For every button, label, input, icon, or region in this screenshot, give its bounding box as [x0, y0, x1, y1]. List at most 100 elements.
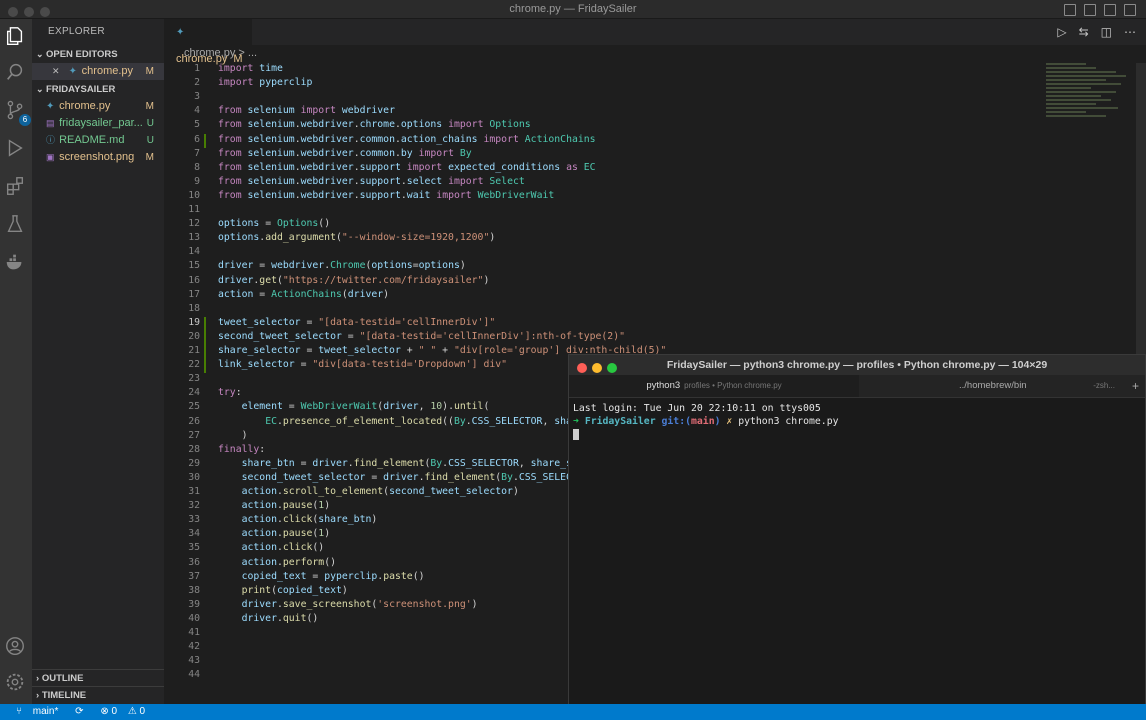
info-icon: ⓘ [46, 135, 56, 145]
file-item-readme[interactable]: ⓘ README.md U [32, 132, 164, 149]
terminal-cursor-line [573, 428, 1141, 441]
line-number: 39 [188, 598, 200, 610]
line-number: 2 [194, 77, 200, 89]
code-line[interactable]: second_tweet_selector = driver.find_elem… [218, 472, 590, 483]
accounts-icon[interactable] [4, 635, 28, 659]
file-name: fridaysailer_par... [59, 117, 143, 129]
code-line[interactable]: from selenium.webdriver.common.by import… [218, 148, 472, 159]
code-line[interactable]: from selenium import webdriver [218, 105, 395, 116]
line-number: 36 [188, 556, 200, 568]
code-line[interactable]: from selenium.webdriver.support.select i… [218, 176, 525, 187]
code-line[interactable]: action.perform() [218, 557, 336, 568]
code-line[interactable]: from selenium.webdriver.chrome.options i… [218, 119, 531, 130]
run-icon[interactable]: ▷ [1057, 25, 1066, 39]
outline-label: OUTLINE [41, 673, 84, 684]
code-line[interactable]: from selenium.webdriver.common.action_ch… [218, 134, 596, 145]
open-editors-section[interactable]: ⌄ OPEN EDITORS [32, 45, 164, 63]
compare-icon[interactable]: ⇆ [1079, 25, 1089, 39]
code-line[interactable]: try: [218, 387, 242, 398]
code-line[interactable]: from selenium.webdriver.support import e… [218, 162, 596, 173]
code-line[interactable]: share_btn = driver.find_element(By.CSS_S… [218, 458, 584, 469]
breadcrumb[interactable]: chrome.py > ... [164, 45, 1146, 61]
code-line[interactable]: options.add_argument("--window-size=1920… [218, 232, 495, 243]
code-line[interactable]: action.pause(1) [218, 500, 331, 511]
gear-icon[interactable] [4, 671, 28, 695]
code-line[interactable]: driver.get("https://twitter.com/fridaysa… [218, 275, 489, 286]
code-line[interactable]: driver = webdriver.Chrome(options=option… [218, 260, 466, 271]
code-line[interactable]: import time [218, 63, 283, 74]
line-number: 9 [194, 175, 200, 187]
line-number: 42 [188, 641, 200, 653]
source-control-icon[interactable]: 6 [4, 99, 31, 126]
code-line[interactable]: second_tweet_selector = "[data-testid='c… [218, 331, 625, 342]
prompt-line: ➜ FridaySailer git:(main) ✗ python3 chro… [573, 415, 1141, 428]
code-line[interactable]: options = Options() [218, 218, 330, 229]
line-number: 25 [188, 401, 200, 413]
code-line[interactable]: driver.quit() [218, 613, 319, 624]
code-line[interactable]: action.pause(1) [218, 528, 331, 539]
file-status: U [146, 118, 154, 129]
file-name: chrome.py [59, 100, 111, 112]
terminal-title-bar: FridaySailer — python3 chrome.py — profi… [569, 355, 1145, 375]
editor-scrollbar[interactable] [1136, 63, 1146, 363]
open-editor-item[interactable]: ✕ ✦ chrome.py M [32, 63, 164, 80]
terminal-title: FridaySailer — python3 chrome.py — profi… [666, 359, 1048, 371]
branch-indicator[interactable]: ⑂ main* [8, 706, 58, 717]
tab-chrome-py[interactable]: ✦ chrome.py M [164, 19, 252, 65]
window-title: chrome.py — FridaySailer [509, 3, 637, 15]
project-label: FRIDAYSAILER [46, 84, 116, 95]
sync-icon[interactable]: ⟳ [75, 706, 83, 717]
code-line[interactable]: copied_text = pyperclip.paste() [218, 571, 425, 582]
prompt-directory: FridaySailer [584, 416, 656, 427]
close-icon[interactable]: ✕ [52, 66, 60, 76]
warnings-indicator[interactable]: ⚠ 0 [128, 706, 145, 717]
file-item-parser[interactable]: ▤ fridaysailer_par... U [32, 115, 164, 132]
code-line[interactable]: print(copied_text) [218, 585, 348, 596]
code-line[interactable]: action.click() [218, 542, 325, 553]
terminal-tab-python3[interactable]: python3 profiles • Python chrome.py [569, 375, 859, 397]
errors-indicator[interactable]: ⊗ 0 [100, 706, 117, 717]
code-line[interactable]: element = WebDriverWait(driver, 10).unti… [218, 401, 490, 412]
outline-section[interactable]: › OUTLINE [32, 669, 168, 687]
explorer-icon[interactable] [4, 25, 28, 49]
code-line[interactable]: EC.presence_of_element_located((By.CSS_S… [218, 416, 584, 427]
more-icon[interactable]: ⋯ [1124, 25, 1136, 39]
code-line[interactable]: finally: [218, 444, 265, 455]
open-editor-name: chrome.py [81, 65, 134, 77]
code-line[interactable]: action.scroll_to_element(second_tweet_se… [218, 486, 519, 497]
chevron-right-icon: › [36, 690, 40, 701]
testing-icon[interactable] [4, 213, 28, 237]
file-item-chrome[interactable]: ✦ chrome.py M [32, 98, 164, 115]
minimap[interactable] [1046, 63, 1136, 143]
code-line[interactable]: ) [218, 430, 248, 441]
code-line[interactable]: driver.save_screenshot('screenshot.png') [218, 599, 478, 610]
docker-icon[interactable] [4, 251, 28, 275]
image-file-icon: ▣ [46, 152, 55, 162]
code-line[interactable]: link_selector = "div[data-testid='Dropdo… [218, 359, 507, 370]
run-debug-icon[interactable] [4, 137, 28, 161]
line-number: 28 [188, 443, 200, 455]
command-text: python3 chrome.py [738, 416, 839, 427]
line-number: 20 [188, 330, 200, 342]
code-line[interactable]: action.click(share_btn) [218, 514, 378, 525]
timeline-section[interactable]: › TIMELINE [32, 686, 168, 704]
git-gutter-marker [204, 359, 206, 374]
code-line[interactable]: import pyperclip [218, 77, 312, 88]
python-file-icon: ✦ [176, 27, 185, 38]
code-line[interactable]: tweet_selector = "[data-testid='cellInne… [218, 317, 495, 328]
terminal-tab-homebrew[interactable]: ../homebrew/bin -zsh... [859, 375, 1119, 397]
line-number: 23 [188, 373, 200, 385]
code-line[interactable]: action = ActionChains(driver) [218, 289, 389, 300]
last-login-line: Last login: Tue Jun 20 22:10:11 on ttys0… [573, 403, 821, 414]
search-icon[interactable] [4, 61, 28, 85]
new-tab-button[interactable]: + [1132, 375, 1139, 397]
project-section[interactable]: ⌄ FRIDAYSAILER [32, 80, 164, 98]
line-number: 10 [188, 189, 200, 201]
file-item-screenshot[interactable]: ▣ screenshot.png M [32, 149, 164, 166]
split-editor-icon[interactable]: ◫ [1101, 25, 1112, 39]
terminal-output[interactable]: Last login: Tue Jun 20 22:10:11 on ttys0… [569, 398, 1145, 445]
line-number: 13 [188, 232, 200, 244]
terminal-tabs: python3 profiles • Python chrome.py ../ho… [569, 375, 1145, 398]
code-line[interactable]: from selenium.webdriver.support.wait imp… [218, 190, 554, 201]
extensions-icon[interactable] [4, 175, 28, 199]
